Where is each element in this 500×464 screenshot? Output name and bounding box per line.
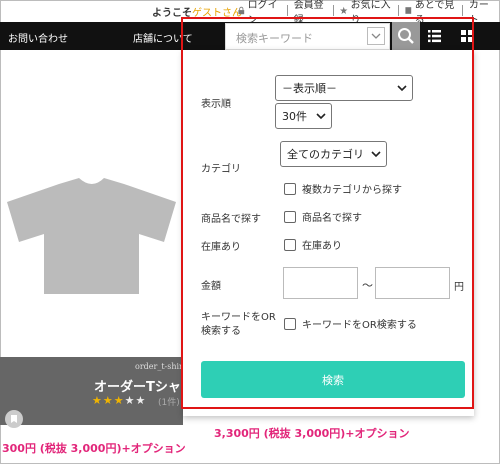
checkbox[interactable]	[284, 210, 296, 223]
checkbox[interactable]	[284, 238, 296, 251]
star-icon: ★	[113, 394, 124, 407]
product-name-label: 商品名で探す	[201, 214, 261, 225]
product-name-checkbox[interactable]: 商品名で探す	[284, 209, 362, 224]
category-label: カテゴリ	[201, 164, 241, 175]
multi-category-checkbox[interactable]: 複数カテゴリから探す	[284, 181, 402, 196]
list-view-icon	[428, 30, 441, 43]
checkbox[interactable]	[284, 317, 296, 330]
register-link[interactable]: 会員登録	[286, 0, 333, 26]
grid-view-icon	[461, 30, 473, 42]
bookmark-button[interactable]	[5, 410, 23, 428]
keyword-or-label-line2: 検索する	[201, 326, 241, 337]
price-max-input[interactable]	[375, 267, 450, 299]
search-input[interactable]: 検索キーワード	[225, 23, 390, 50]
bookmark-icon	[405, 7, 412, 14]
chevron-down-icon	[371, 151, 381, 158]
favorites-link[interactable]: お気に入り	[333, 0, 398, 26]
star-icon: ★	[92, 394, 102, 407]
nav-stores[interactable]: 店舗について	[133, 30, 193, 45]
welcome-text: ようこそゲストさん	[152, 4, 242, 19]
product-name[interactable]: オーダーTシャツ	[94, 376, 194, 395]
product-price: 300円 (税抜 3,000円)+オプション	[2, 442, 186, 455]
keyword-or-checkbox[interactable]: キーワードをOR検索する	[284, 316, 417, 331]
nav-contact[interactable]: お問い合わせ	[8, 30, 68, 45]
per-page-select[interactable]: 30件	[275, 103, 332, 129]
sort-select[interactable]: －表示順－	[275, 75, 413, 101]
star-icon: ★	[102, 394, 113, 407]
cart-link[interactable]: カート	[461, 0, 500, 26]
tshirt-image	[7, 178, 176, 294]
chevron-down-icon	[371, 33, 381, 39]
rating-stars: ★ ★ ★ ★ ★	[92, 394, 145, 407]
login-link[interactable]: ログイン	[232, 0, 287, 26]
watch-later-link[interactable]: あとで見る	[398, 0, 462, 26]
range-separator: ～	[362, 279, 373, 292]
grid-view-button[interactable]	[455, 24, 479, 48]
price-min-input[interactable]	[283, 267, 358, 299]
search-button[interactable]	[392, 22, 420, 50]
chevron-down-icon	[316, 113, 326, 120]
search-placeholder: 検索キーワード	[236, 32, 313, 45]
keyword-or-label-line1: キーワードをOR	[201, 312, 276, 323]
bookmark-icon	[11, 415, 17, 423]
search-submit-button[interactable]: 検索	[201, 361, 465, 398]
product-code: order_t-shirt	[135, 362, 187, 371]
checkbox[interactable]	[284, 182, 296, 195]
star-empty-icon: ★	[124, 394, 135, 407]
lock-icon	[238, 6, 245, 15]
sort-label: 表示順	[201, 99, 231, 110]
in-stock-checkbox[interactable]: 在庫あり	[284, 237, 342, 252]
star-icon	[340, 6, 348, 15]
yen-unit: 円	[454, 282, 464, 293]
review-count: (1件)	[158, 398, 180, 408]
search-options-toggle[interactable]	[367, 27, 385, 45]
top-utility-bar: ようこそゲストさん ログイン 会員登録 お気に入り あとで見る カート	[0, 0, 500, 26]
in-stock-label: 在庫あり	[201, 242, 241, 253]
list-view-button[interactable]	[423, 24, 447, 48]
category-select[interactable]: 全てのカテゴリ	[280, 141, 387, 167]
product-price-2: 3,300円 (税抜 3,000円)+オプション	[214, 427, 410, 440]
star-empty-icon: ★	[135, 394, 146, 407]
search-icon	[398, 28, 414, 44]
chevron-down-icon	[397, 85, 407, 92]
welcome-prefix: ようこそ	[152, 8, 192, 19]
price-label: 金額	[201, 281, 221, 292]
